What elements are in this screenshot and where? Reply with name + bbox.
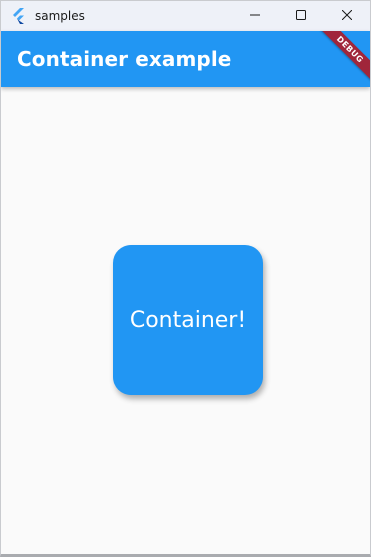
minimize-button[interactable] (232, 1, 278, 31)
window-title-bar[interactable]: samples (1, 1, 370, 31)
container-label: Container! (129, 307, 247, 333)
app-window: samples Container example DEBUG Containe… (0, 0, 371, 557)
container-card: Container! (113, 245, 263, 395)
minimize-icon (250, 7, 260, 25)
page-title: Container example (17, 47, 232, 71)
maximize-icon (296, 7, 306, 25)
close-icon (341, 7, 353, 25)
page-body: Container! (1, 87, 370, 554)
maximize-button[interactable] (278, 1, 324, 31)
close-button[interactable] (324, 1, 370, 31)
flutter-logo-icon (11, 8, 27, 24)
window-controls (232, 1, 370, 31)
app-bar: Container example (1, 31, 370, 87)
window-title: samples (35, 9, 85, 23)
